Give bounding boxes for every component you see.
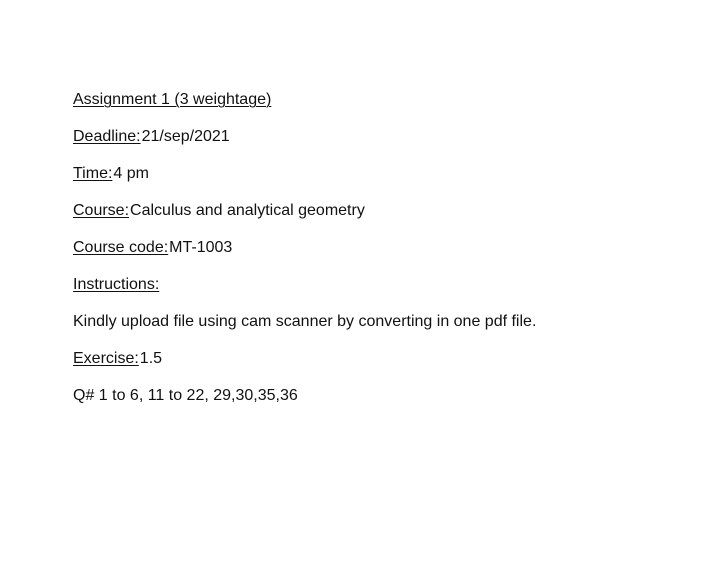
course-code-line: Course code:MT-1003 bbox=[73, 237, 673, 274]
time-label: Time: bbox=[73, 165, 113, 182]
course-value: Calculus and analytical geometry bbox=[130, 202, 365, 219]
exercise-line: Exercise:1.5 bbox=[73, 348, 673, 385]
instructions-text: Kindly upload file using cam scanner by … bbox=[73, 313, 537, 330]
time-line: Time:4 pm bbox=[73, 163, 673, 200]
questions-line: Q# 1 to 6, 11 to 22, 29,30,35,36 bbox=[73, 385, 673, 422]
assignment-document: Assignment 1 (3 weightage) Deadline:21/s… bbox=[73, 89, 673, 422]
time-value: 4 pm bbox=[113, 165, 149, 182]
exercise-label: Exercise: bbox=[73, 350, 139, 367]
course-code-value: MT-1003 bbox=[169, 239, 233, 256]
deadline-label: Deadline: bbox=[73, 128, 141, 145]
course-code-label: Course code: bbox=[73, 239, 169, 256]
deadline-value: 21/sep/2021 bbox=[141, 128, 230, 145]
course-label: Course: bbox=[73, 202, 130, 219]
instructions-text-line: Kindly upload file using cam scanner by … bbox=[73, 311, 673, 348]
assignment-title: Assignment 1 (3 weightage) bbox=[73, 91, 272, 108]
exercise-value: 1.5 bbox=[139, 350, 163, 367]
questions-text: Q# 1 to 6, 11 to 22, 29,30,35,36 bbox=[73, 387, 298, 404]
deadline-line: Deadline:21/sep/2021 bbox=[73, 126, 673, 163]
title-line: Assignment 1 (3 weightage) bbox=[73, 89, 673, 126]
course-line: Course:Calculus and analytical geometry bbox=[73, 200, 673, 237]
instructions-label-line: Instructions: bbox=[73, 274, 673, 311]
instructions-label: Instructions: bbox=[73, 276, 160, 293]
